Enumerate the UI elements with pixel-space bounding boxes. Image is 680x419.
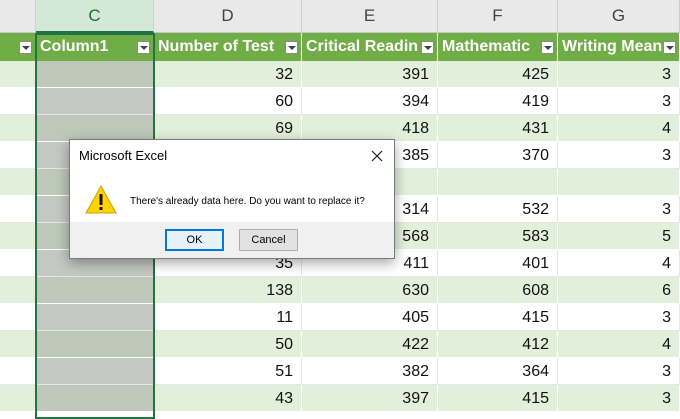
table-header-label: Critical Readin bbox=[306, 38, 419, 55]
dialog-title: Microsoft Excel bbox=[79, 148, 168, 163]
cell-f[interactable]: 370 bbox=[438, 142, 558, 169]
table-header-cell-g[interactable]: Writing Mean bbox=[558, 33, 680, 61]
cell-d[interactable]: 69 bbox=[154, 115, 302, 142]
dialog-titlebar[interactable]: Microsoft Excel bbox=[70, 140, 394, 172]
cell-c[interactable] bbox=[36, 331, 154, 358]
cell-g[interactable]: 3 bbox=[558, 385, 680, 412]
cell-b[interactable] bbox=[0, 196, 36, 223]
cell-g[interactable]: 3 bbox=[558, 196, 680, 223]
cell-b[interactable] bbox=[0, 358, 36, 385]
ok-button[interactable]: OK bbox=[165, 229, 224, 251]
cell-g[interactable]: 3 bbox=[558, 61, 680, 88]
cell-e[interactable]: 394 bbox=[302, 88, 438, 115]
cell-e[interactable]: 382 bbox=[302, 358, 438, 385]
table-header-label: Mathematic bbox=[442, 38, 531, 55]
cell-b[interactable] bbox=[0, 250, 36, 277]
cell-d[interactable]: 138 bbox=[154, 277, 302, 304]
cell-e[interactable]: 422 bbox=[302, 331, 438, 358]
cell-f[interactable]: 415 bbox=[438, 304, 558, 331]
cell-c[interactable] bbox=[36, 88, 154, 115]
warning-icon bbox=[84, 184, 118, 216]
filter-dropdown-icon[interactable] bbox=[663, 40, 676, 54]
cell-b[interactable] bbox=[0, 385, 36, 412]
dialog-button-bar: OK Cancel bbox=[70, 222, 394, 258]
cell-b[interactable] bbox=[0, 88, 36, 115]
cell-b[interactable] bbox=[0, 61, 36, 88]
cell-e[interactable]: 397 bbox=[302, 385, 438, 412]
cell-f[interactable]: 608 bbox=[438, 277, 558, 304]
cell-g[interactable]: 3 bbox=[558, 142, 680, 169]
cell-d[interactable]: 50 bbox=[154, 331, 302, 358]
cell-f[interactable]: 425 bbox=[438, 61, 558, 88]
column-header-e[interactable]: E bbox=[302, 0, 438, 33]
cell-g[interactable]: 4 bbox=[558, 331, 680, 358]
cell-b[interactable] bbox=[0, 169, 36, 196]
cell-c[interactable] bbox=[36, 61, 154, 88]
column-header-f[interactable]: F bbox=[438, 0, 558, 33]
cell-g[interactable]: 4 bbox=[558, 115, 680, 142]
filter-dropdown-icon[interactable] bbox=[421, 40, 434, 54]
table-header-cell-c[interactable]: Column1 bbox=[36, 33, 154, 61]
cell-d[interactable]: 11 bbox=[154, 304, 302, 331]
cell-g[interactable]: 5 bbox=[558, 223, 680, 250]
table-header-cell-b bbox=[0, 33, 36, 61]
cell-g[interactable] bbox=[558, 169, 680, 196]
cell-e[interactable]: 630 bbox=[302, 277, 438, 304]
cell-f[interactable]: 431 bbox=[438, 115, 558, 142]
column-header-d[interactable]: D bbox=[154, 0, 302, 33]
cell-f[interactable]: 532 bbox=[438, 196, 558, 223]
cell-f[interactable]: 401 bbox=[438, 250, 558, 277]
cell-f[interactable]: 412 bbox=[438, 331, 558, 358]
cell-f[interactable] bbox=[438, 169, 558, 196]
cancel-button[interactable]: Cancel bbox=[239, 229, 298, 251]
cell-d[interactable]: 32 bbox=[154, 61, 302, 88]
cell-f[interactable]: 415 bbox=[438, 385, 558, 412]
filter-dropdown-icon[interactable] bbox=[137, 40, 150, 54]
cell-b[interactable] bbox=[0, 142, 36, 169]
column-header-g[interactable]: G bbox=[558, 0, 680, 33]
cell-d[interactable]: 60 bbox=[154, 88, 302, 115]
cell-g[interactable]: 3 bbox=[558, 358, 680, 385]
column-header-c[interactable]: C bbox=[36, 0, 154, 33]
cell-e[interactable]: 391 bbox=[302, 61, 438, 88]
cell-c[interactable] bbox=[36, 304, 154, 331]
cell-g[interactable]: 4 bbox=[558, 250, 680, 277]
cell-b[interactable] bbox=[0, 223, 36, 250]
close-icon[interactable] bbox=[360, 140, 394, 172]
table-header-label: Column1 bbox=[40, 38, 109, 55]
filter-dropdown-icon[interactable] bbox=[19, 40, 32, 54]
cell-c[interactable] bbox=[36, 277, 154, 304]
column-header-b[interactable] bbox=[0, 0, 36, 33]
dialog-body: There's already data here. Do you want t… bbox=[70, 172, 394, 258]
cell-b[interactable] bbox=[0, 304, 36, 331]
table-header-cell-e[interactable]: Critical Readin bbox=[302, 33, 438, 61]
filter-dropdown-icon[interactable] bbox=[541, 40, 554, 54]
cell-f[interactable]: 419 bbox=[438, 88, 558, 115]
cell-g[interactable]: 3 bbox=[558, 304, 680, 331]
dialog-message: There's already data here. Do you want t… bbox=[130, 196, 365, 207]
cell-c[interactable] bbox=[36, 358, 154, 385]
table-header-label: Number of Test bbox=[158, 38, 275, 55]
cell-f[interactable]: 364 bbox=[438, 358, 558, 385]
cell-e[interactable]: 405 bbox=[302, 304, 438, 331]
filter-dropdown-icon[interactable] bbox=[285, 40, 298, 54]
cell-g[interactable]: 3 bbox=[558, 88, 680, 115]
cell-f[interactable]: 583 bbox=[438, 223, 558, 250]
cell-c[interactable] bbox=[36, 115, 154, 142]
table-header-cell-f[interactable]: Mathematic bbox=[438, 33, 558, 61]
cell-b[interactable] bbox=[0, 277, 36, 304]
cell-d[interactable]: 51 bbox=[154, 358, 302, 385]
replace-data-dialog: Microsoft Excel There's already data her… bbox=[69, 139, 395, 259]
cell-b[interactable] bbox=[0, 331, 36, 358]
table-header-label: Writing Mean bbox=[562, 38, 663, 55]
cell-e[interactable]: 418 bbox=[302, 115, 438, 142]
cell-b[interactable] bbox=[0, 115, 36, 142]
cell-c[interactable] bbox=[36, 385, 154, 412]
table-header-cell-d[interactable]: Number of Test bbox=[154, 33, 302, 61]
cell-d[interactable]: 43 bbox=[154, 385, 302, 412]
cell-g[interactable]: 6 bbox=[558, 277, 680, 304]
